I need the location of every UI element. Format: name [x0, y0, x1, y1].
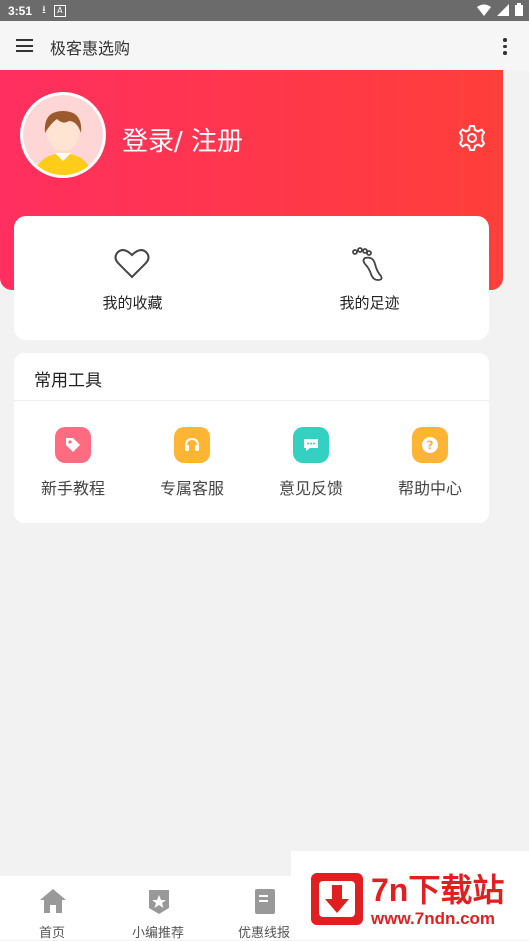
heart-icon: [114, 249, 150, 279]
login-register-link[interactable]: 登录/ 注册: [122, 121, 243, 158]
history-label: 我的足迹: [339, 294, 400, 312]
nav-home[interactable]: 首页: [2, 876, 102, 941]
chat-icon: [293, 427, 329, 463]
tools-title: 常用工具: [34, 371, 102, 391]
divider: [14, 400, 489, 401]
svg-text:?: ?: [427, 439, 434, 453]
footprint-icon: [352, 247, 383, 281]
download-icon: ⭳: [42, 3, 46, 16]
avatar-illustration-icon: [23, 95, 103, 175]
feedback-label: 意见反馈: [278, 479, 343, 498]
favorites-link[interactable]: 我的收藏: [14, 216, 251, 340]
avatar[interactable]: [20, 92, 106, 178]
app-bar: 极客惠选购: [0, 21, 529, 70]
nav-home-label: 首页: [38, 926, 65, 941]
home-icon: [40, 889, 66, 913]
a-notification-icon: A: [53, 4, 66, 17]
question-icon: ?: [412, 427, 448, 463]
tutorial-label: 新手教程: [40, 479, 105, 498]
document-icon: [255, 889, 275, 914]
download-logo-icon: [311, 873, 363, 925]
tutorial-button[interactable]: 新手教程: [14, 413, 132, 513]
customer-service-button[interactable]: 专属客服: [133, 413, 251, 513]
nav-editor-picks-label: 小编推荐: [131, 926, 184, 941]
gear-icon[interactable]: [458, 124, 486, 152]
status-bar: 3:51 ⭳ A: [0, 0, 529, 21]
status-time: 3:51: [8, 3, 33, 18]
hamburger-icon[interactable]: [16, 39, 33, 52]
signal-icon: [497, 3, 509, 16]
customer-service-label: 专属客服: [159, 479, 224, 498]
watermark-url: www.7ndn.com: [371, 909, 496, 928]
headset-icon: [174, 427, 210, 463]
favorites-label: 我的收藏: [102, 294, 163, 312]
feedback-button[interactable]: 意见反馈: [252, 413, 370, 513]
tag-icon: [55, 427, 91, 463]
watermark-title: 7n下载站: [371, 872, 505, 908]
common-tools-card: 常用工具 新手教程 专属客服 意见反馈 ? 帮助中心: [14, 353, 489, 523]
history-link[interactable]: 我的足迹: [251, 216, 488, 340]
star-badge-icon: [149, 890, 169, 914]
quick-links-card: 我的收藏 我的足迹: [14, 216, 489, 340]
battery-icon: [515, 3, 523, 16]
watermark: 7n下载站 www.7ndn.com: [291, 851, 529, 940]
help-center-button[interactable]: ? 帮助中心: [371, 413, 489, 513]
wifi-icon: [477, 4, 491, 16]
nav-editor-picks[interactable]: 小编推荐: [108, 876, 208, 941]
help-center-label: 帮助中心: [397, 479, 462, 498]
more-vert-icon[interactable]: [503, 38, 507, 58]
app-title: 极客惠选购: [50, 39, 131, 58]
status-icons: [477, 3, 523, 16]
